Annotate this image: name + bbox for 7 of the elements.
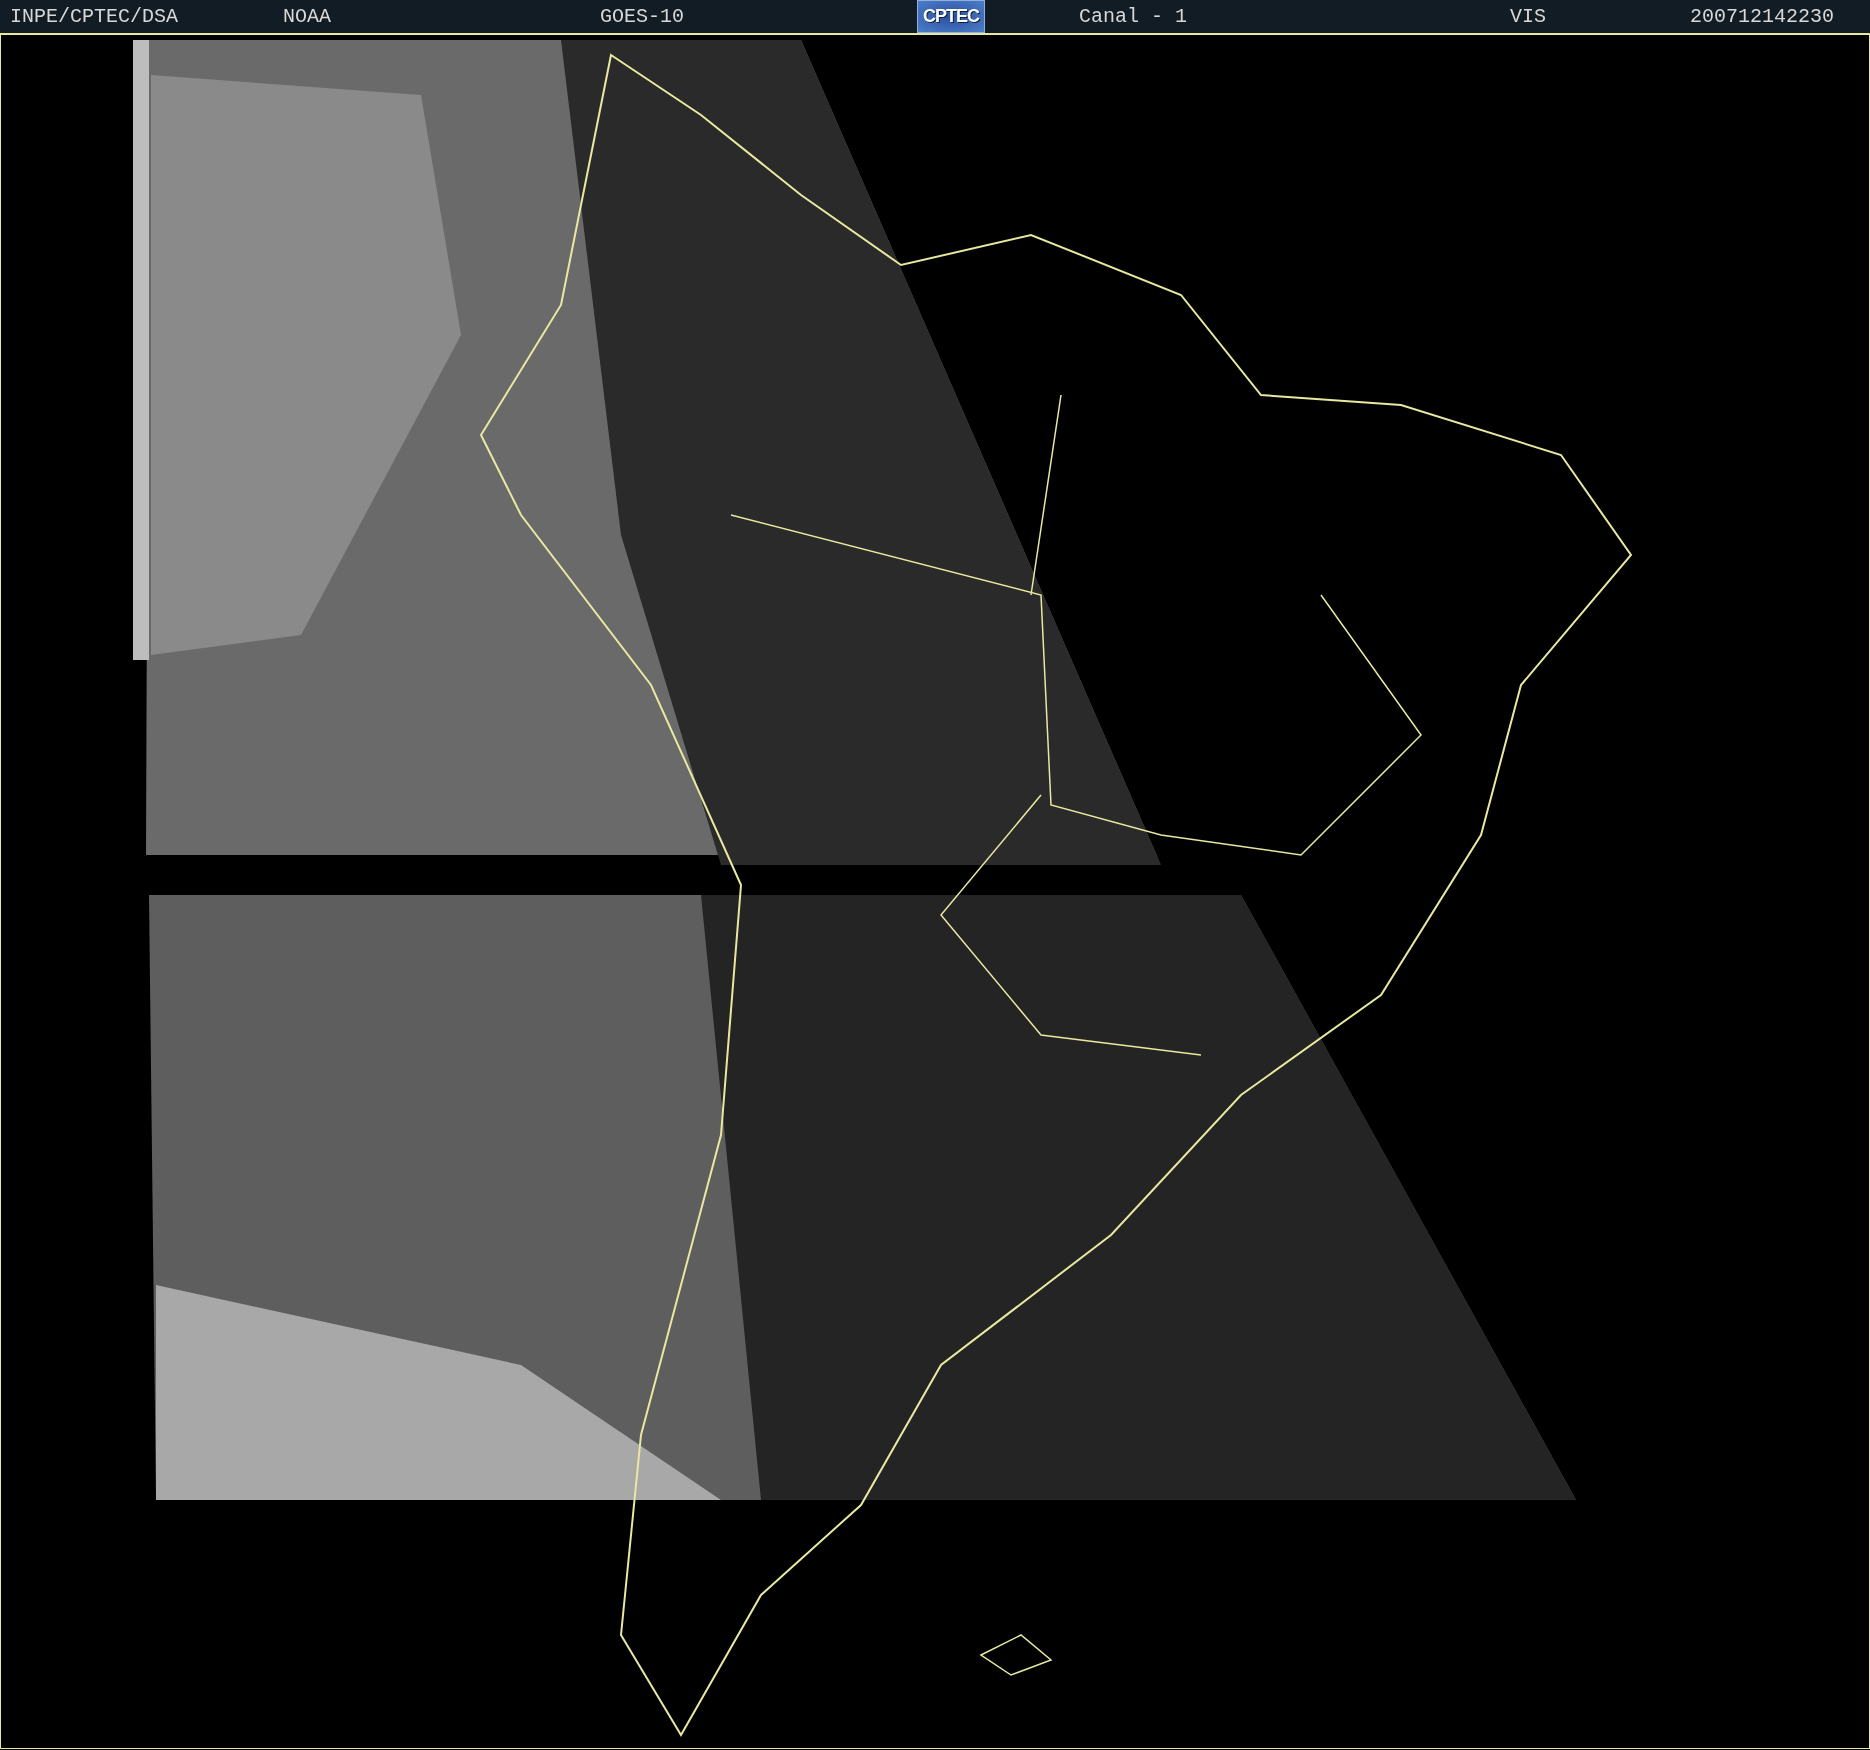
header-label: Canal - 1 (1079, 5, 1188, 28)
header-label: GOES-10 (600, 5, 684, 28)
header-label: INPE/CPTEC/DSA (10, 5, 179, 28)
header-label: 200712142230 (1690, 5, 1835, 28)
logo: CPTEC (917, 0, 985, 33)
header-label: VIS (1510, 5, 1546, 28)
header-label: NOAA (283, 5, 331, 28)
